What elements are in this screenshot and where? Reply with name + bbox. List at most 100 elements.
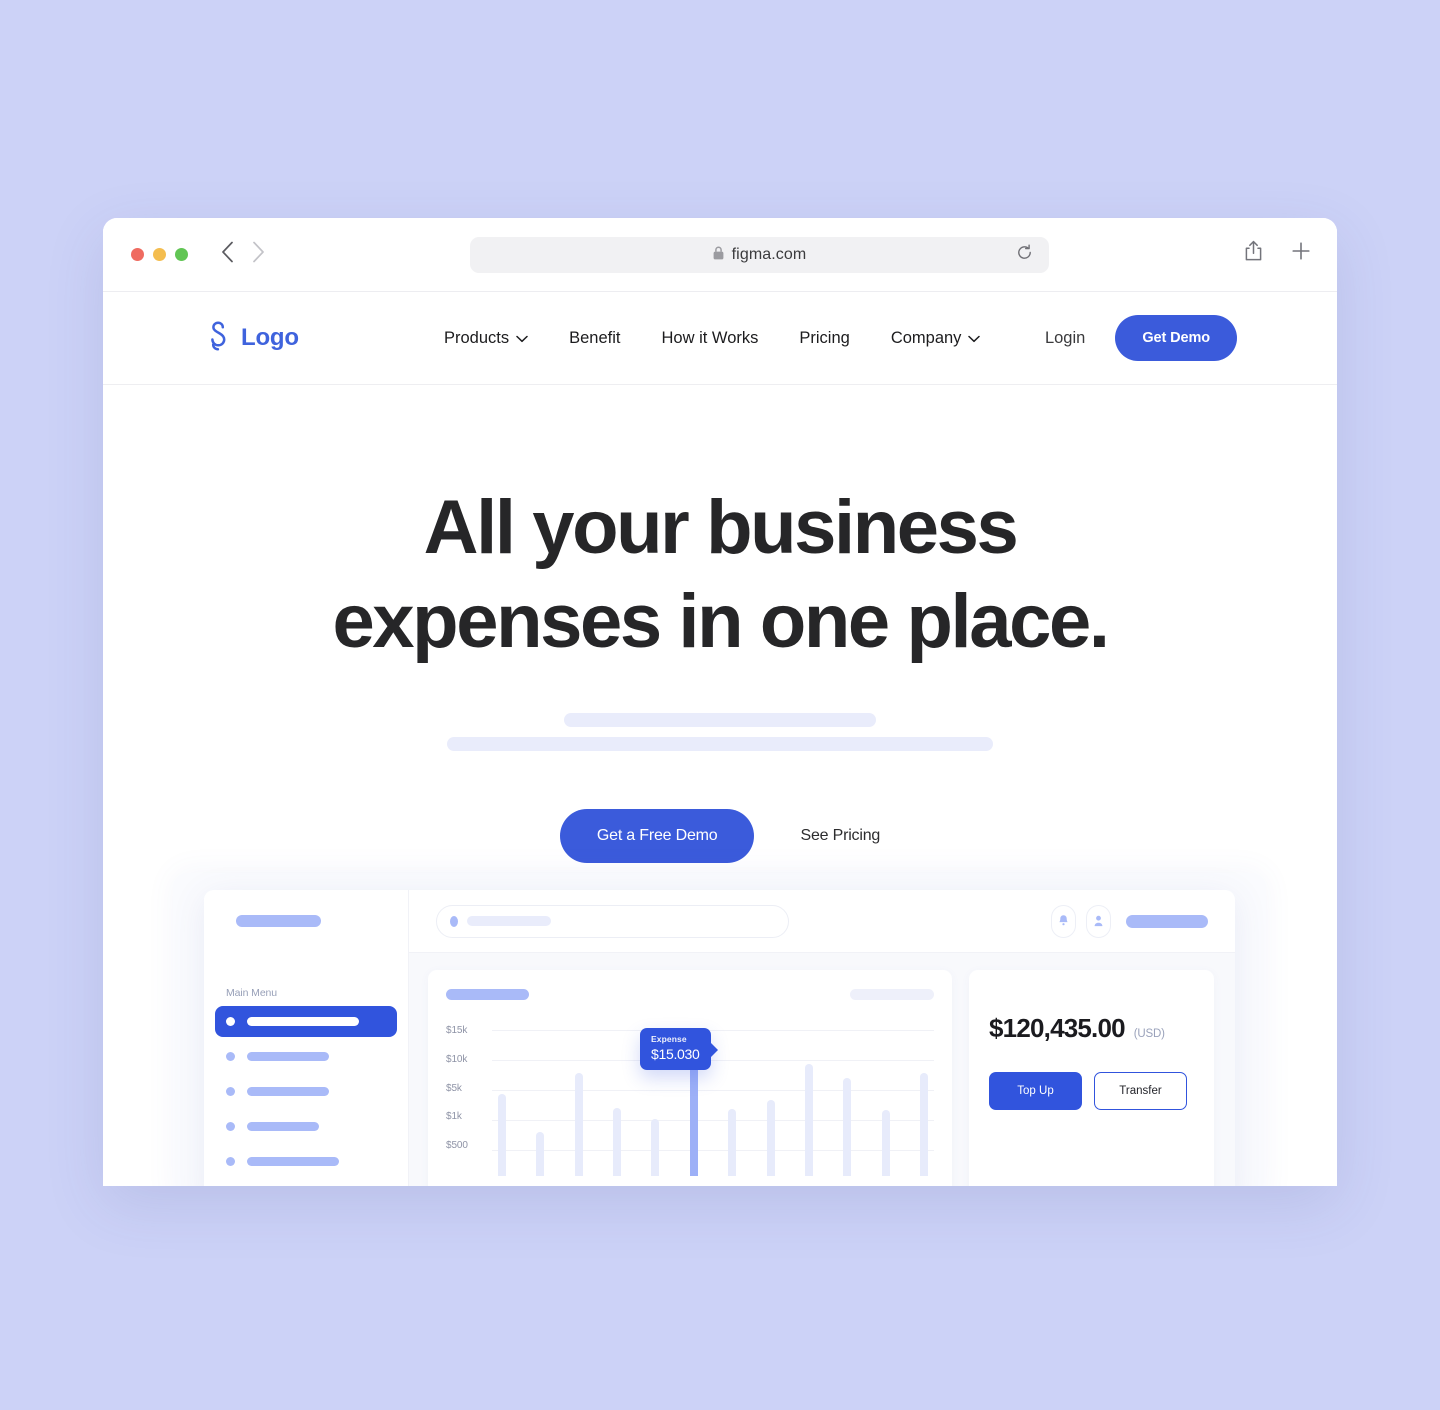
see-pricing-link[interactable]: See Pricing [800, 827, 880, 845]
bell-icon[interactable] [1051, 904, 1076, 938]
sidebar-section-label: Main Menu [226, 987, 278, 999]
y-tick-label: $10k [446, 1053, 468, 1065]
sidebar-item-3[interactable] [215, 1076, 397, 1107]
back-icon[interactable] [221, 241, 234, 263]
user-avatar-icon[interactable] [1086, 904, 1111, 938]
tooltip-label: Expense [651, 1034, 687, 1044]
browser-window: figma.com Logo Products Benefit How it W… [103, 218, 1337, 1186]
page-title-line-1: All your business [423, 485, 1019, 570]
brand-logo-text: Logo [241, 324, 299, 351]
hero-cta-group: Get a Free Demo See Pricing [103, 809, 1337, 864]
sidebar-item-dot-icon [226, 1157, 235, 1166]
dashboard-preview-frame: Main Menu $15k $10k $5k $1k $500 Expense… [173, 873, 1266, 1186]
chart-bar[interactable] [919, 1073, 928, 1176]
chart-bar[interactable] [804, 1064, 813, 1176]
sidebar-item-label-placeholder [247, 1017, 359, 1026]
s-paperclip-logo-icon [205, 320, 231, 356]
dashboard-sidebar: Main Menu [204, 890, 409, 1186]
balance-amount: $120,435.00 [989, 1013, 1126, 1043]
chart-filter-placeholder[interactable] [850, 989, 934, 1000]
subtitle-placeholder [103, 713, 1337, 752]
nav-label: Company [890, 328, 962, 347]
minimize-window-button[interactable] [153, 248, 166, 261]
expense-chart-card: $15k $10k $5k $1k $500 Expense $15.030 [428, 970, 952, 1186]
search-icon [450, 915, 458, 927]
browser-navigation-arrows [221, 241, 265, 263]
nav-item-benefit[interactable]: Benefit [569, 329, 620, 348]
sidebar-item-5[interactable] [215, 1146, 397, 1177]
y-tick-label: $1k [446, 1111, 462, 1123]
chart-bar[interactable] [843, 1078, 852, 1176]
sidebar-menu [215, 1006, 397, 1186]
nav-label: Products [444, 328, 510, 347]
url-text: figma.com [731, 246, 807, 263]
balance-card: $120,435.00 (USD) Top Up Transfer [969, 970, 1214, 1186]
chart-bar[interactable] [498, 1094, 506, 1176]
sidebar-item-label-placeholder [247, 1157, 339, 1166]
chart-tooltip: Expense $15.030 [640, 1028, 717, 1070]
share-icon[interactable] [1244, 240, 1263, 267]
chart-bar[interactable] [881, 1110, 890, 1176]
zoom-window-button[interactable] [175, 248, 188, 261]
subtitle-placeholder-bar [447, 737, 993, 752]
sidebar-item-dot-icon [226, 1052, 235, 1061]
lock-icon [713, 246, 724, 265]
dashboard-preview: Main Menu $15k $10k $5k $1k $500 Expense… [204, 890, 1235, 1186]
sidebar-item-dot-icon [226, 1087, 235, 1096]
header-actions: Login Get Demo [1045, 315, 1237, 361]
chart-bar[interactable] [689, 1064, 698, 1176]
y-tick-label: $15k [446, 1025, 468, 1036]
main-navigation: Products Benefit How it Works Pricing Co… [444, 329, 981, 348]
dashboard-topbar [409, 890, 1235, 953]
expense-bar-chart: $15k $10k $5k $1k $500 Expense $15.030 [446, 1026, 934, 1176]
sidebar-item-dot-icon [226, 1017, 235, 1026]
nav-label: Benefit [569, 328, 621, 347]
nav-item-company[interactable]: Company [891, 329, 981, 348]
dashboard-search-input[interactable] [436, 904, 789, 938]
chart-title-placeholder [446, 989, 529, 1000]
sidebar-item-label-placeholder [247, 1087, 329, 1096]
chart-bar[interactable] [651, 1119, 660, 1176]
top-up-button[interactable]: Top Up [989, 1072, 1082, 1110]
dashboard-main: $15k $10k $5k $1k $500 Expense $15.030 $… [409, 890, 1235, 1186]
get-free-demo-button[interactable]: Get a Free Demo [559, 809, 755, 864]
nav-item-products[interactable]: Products [444, 329, 528, 348]
dashboard-body: $15k $10k $5k $1k $500 Expense $15.030 $… [409, 953, 1235, 1186]
sidebar-item-1[interactable] [215, 1006, 397, 1037]
forward-icon[interactable] [252, 241, 265, 263]
nav-item-how-it-works[interactable]: How it Works [662, 329, 759, 348]
chart-y-axis: $15k $10k $5k $1k $500 [446, 1026, 488, 1151]
reload-icon[interactable] [1016, 244, 1033, 266]
page-title: All your business expenses in one place. [103, 481, 1337, 669]
chart-card-header [446, 989, 934, 1000]
chart-bar[interactable] [536, 1132, 545, 1176]
address-bar[interactable]: figma.com [470, 237, 1049, 273]
sidebar-item-2[interactable] [215, 1041, 397, 1072]
nav-item-pricing[interactable]: Pricing [799, 329, 849, 348]
sidebar-item-4[interactable] [215, 1111, 397, 1142]
chart-bar[interactable] [613, 1108, 622, 1176]
nav-label: How it Works [661, 328, 759, 347]
y-tick-label: $5k [446, 1082, 462, 1094]
sidebar-item-6[interactable] [215, 1181, 397, 1186]
hero-section: All your business expenses in one place.… [103, 385, 1337, 864]
chart-bar[interactable] [574, 1073, 583, 1176]
brand-logo[interactable]: Logo [205, 320, 299, 356]
user-name-placeholder [1126, 914, 1208, 928]
sidebar-item-dot-icon [226, 1122, 235, 1131]
browser-toolbar-actions [1244, 240, 1311, 267]
chart-bar[interactable] [766, 1100, 775, 1176]
login-link[interactable]: Login [1045, 329, 1085, 348]
get-demo-button[interactable]: Get Demo [1115, 315, 1237, 361]
sidebar-logo-placeholder [236, 915, 321, 927]
chevron-down-icon [516, 329, 528, 348]
chart-bar[interactable] [728, 1109, 737, 1176]
sidebar-item-label-placeholder [247, 1122, 319, 1131]
window-traffic-lights [131, 248, 188, 261]
nav-label: Pricing [799, 328, 850, 347]
tooltip-value: $15.030 [651, 1046, 700, 1062]
transfer-button[interactable]: Transfer [1094, 1072, 1187, 1110]
close-window-button[interactable] [131, 248, 144, 261]
new-tab-icon[interactable] [1291, 241, 1311, 266]
chevron-down-icon [968, 329, 981, 348]
